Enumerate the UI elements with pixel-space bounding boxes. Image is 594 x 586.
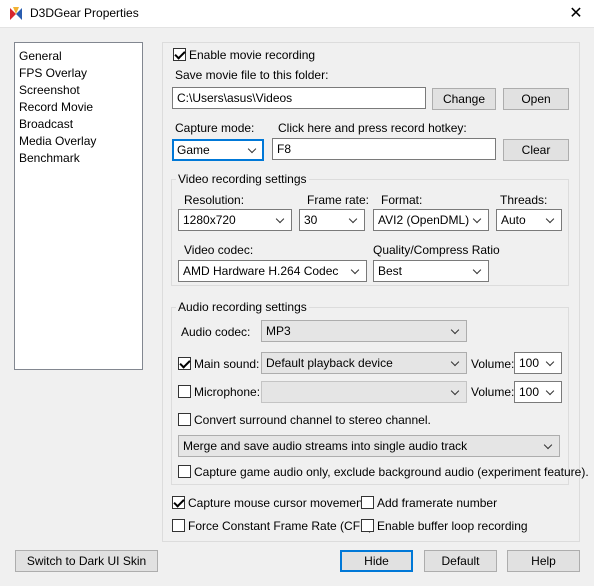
default-button[interactable]: Default (424, 550, 497, 572)
microphone-select[interactable] (261, 381, 467, 403)
main-sound-checkbox[interactable] (178, 357, 191, 370)
format-value: AVI2 (OpenDML) (378, 213, 470, 227)
quality-label: Quality/Compress Ratio (373, 243, 500, 257)
quality-value: Best (378, 264, 403, 278)
video-codec-value: AMD Hardware H.264 Codec (183, 264, 339, 278)
main-volume-label: Volume: (471, 357, 515, 371)
audio-codec-select[interactable]: MP3 (261, 320, 467, 342)
buffer-loop-label: Enable buffer loop recording (377, 519, 528, 533)
capture-mode-value: Game (177, 143, 210, 157)
audio-group-label: Audio recording settings (176, 300, 309, 314)
nav-item-record-movie[interactable]: Record Movie (19, 99, 93, 115)
main-volume-select[interactable]: 100 (514, 352, 562, 374)
threads-label: Threads: (500, 193, 548, 207)
nav-item-media-overlay[interactable]: Media Overlay (19, 133, 96, 149)
save-folder-label: Save movie file to this folder: (175, 68, 329, 82)
chevron-down-icon (545, 210, 557, 230)
force-cfr-checkbox[interactable] (172, 519, 185, 532)
open-folder-button[interactable]: Open (503, 88, 569, 110)
audio-merge-value: Merge and save audio streams into single… (183, 439, 468, 453)
convert-stereo-checkbox[interactable] (178, 413, 191, 426)
nav-item-general[interactable]: General (19, 48, 62, 64)
video-group-label: Video recording settings (176, 172, 309, 186)
capture-cursor-checkbox[interactable] (172, 496, 185, 509)
audio-codec-label: Audio codec: (181, 325, 251, 339)
chevron-down-icon (350, 261, 362, 281)
force-cfr-label: Force Constant Frame Rate (CFR) (188, 519, 373, 533)
microphone-checkbox[interactable] (178, 385, 191, 398)
nav-item-broadcast[interactable]: Broadcast (19, 116, 73, 132)
enable-recording-label: Enable movie recording (189, 48, 316, 62)
clear-hotkey-button[interactable]: Clear (503, 139, 569, 161)
framerate-number-label: Add framerate number (377, 496, 498, 510)
chevron-down-icon (348, 210, 360, 230)
buffer-loop-checkbox[interactable] (361, 519, 374, 532)
audio-merge-select[interactable]: Merge and save audio streams into single… (178, 435, 560, 457)
chevron-down-icon (472, 210, 484, 230)
chevron-down-icon (247, 140, 259, 160)
capture-cursor-label: Capture mouse cursor movement (188, 496, 367, 510)
close-icon[interactable]: ✕ (566, 4, 586, 24)
chevron-down-icon (545, 353, 557, 373)
app-logo-icon (10, 7, 22, 20)
capture-mode-label: Capture mode: (175, 121, 255, 135)
convert-stereo-label: Convert surround channel to stereo chann… (194, 413, 431, 427)
change-folder-button[interactable]: Change (432, 88, 496, 110)
chevron-down-icon (545, 382, 557, 402)
save-folder-input[interactable]: C:\Users\asus\Videos (172, 87, 426, 109)
main-sound-label: Main sound: (194, 357, 260, 371)
settings-nav-list[interactable]: General FPS Overlay Screenshot Record Mo… (14, 42, 143, 370)
window-title: D3DGear Properties (30, 6, 139, 20)
mic-volume-select[interactable]: 100 (514, 381, 562, 403)
capture-mode-select[interactable]: Game (172, 139, 264, 161)
framerate-number-checkbox[interactable] (361, 496, 374, 509)
chevron-down-icon (450, 382, 462, 402)
quality-select[interactable]: Best (373, 260, 489, 282)
capture-game-audio-checkbox[interactable] (178, 465, 191, 478)
resolution-value: 1280x720 (183, 213, 236, 227)
hotkey-input[interactable]: F8 (272, 138, 496, 160)
dark-skin-button[interactable]: Switch to Dark UI Skin (15, 550, 158, 572)
mic-volume-label: Volume: (471, 385, 515, 399)
chevron-down-icon (450, 321, 462, 341)
video-codec-label: Video codec: (184, 243, 254, 257)
main-sound-select[interactable]: Default playback device (261, 352, 467, 374)
chevron-down-icon (472, 261, 484, 281)
threads-value: Auto (501, 213, 526, 227)
frame-rate-select[interactable]: 30 (299, 209, 365, 231)
chevron-down-icon (275, 210, 287, 230)
hide-button[interactable]: Hide (340, 550, 413, 572)
microphone-label: Microphone: (194, 385, 261, 399)
format-label: Format: (381, 193, 423, 207)
hotkey-label: Click here and press record hotkey: (278, 121, 467, 135)
enable-recording-checkbox[interactable] (173, 48, 186, 61)
format-select[interactable]: AVI2 (OpenDML) (373, 209, 489, 231)
capture-game-audio-label: Capture game audio only, exclude backgro… (194, 465, 589, 479)
resolution-select[interactable]: 1280x720 (178, 209, 292, 231)
chevron-down-icon (543, 436, 555, 456)
audio-codec-value: MP3 (266, 324, 291, 338)
main-sound-value: Default playback device (266, 356, 393, 370)
title-bar: D3DGear Properties ✕ (0, 0, 594, 28)
resolution-label: Resolution: (184, 193, 245, 207)
nav-item-benchmark[interactable]: Benchmark (19, 150, 80, 166)
nav-item-screenshot[interactable]: Screenshot (19, 82, 80, 98)
main-volume-value: 100 (519, 356, 540, 370)
nav-item-fps-overlay[interactable]: FPS Overlay (19, 65, 87, 81)
frame-rate-value: 30 (304, 213, 318, 227)
video-codec-select[interactable]: AMD Hardware H.264 Codec (178, 260, 367, 282)
mic-volume-value: 100 (519, 385, 540, 399)
chevron-down-icon (450, 353, 462, 373)
frame-rate-label: Frame rate: (307, 193, 370, 207)
help-button[interactable]: Help (507, 550, 580, 572)
threads-select[interactable]: Auto (496, 209, 562, 231)
